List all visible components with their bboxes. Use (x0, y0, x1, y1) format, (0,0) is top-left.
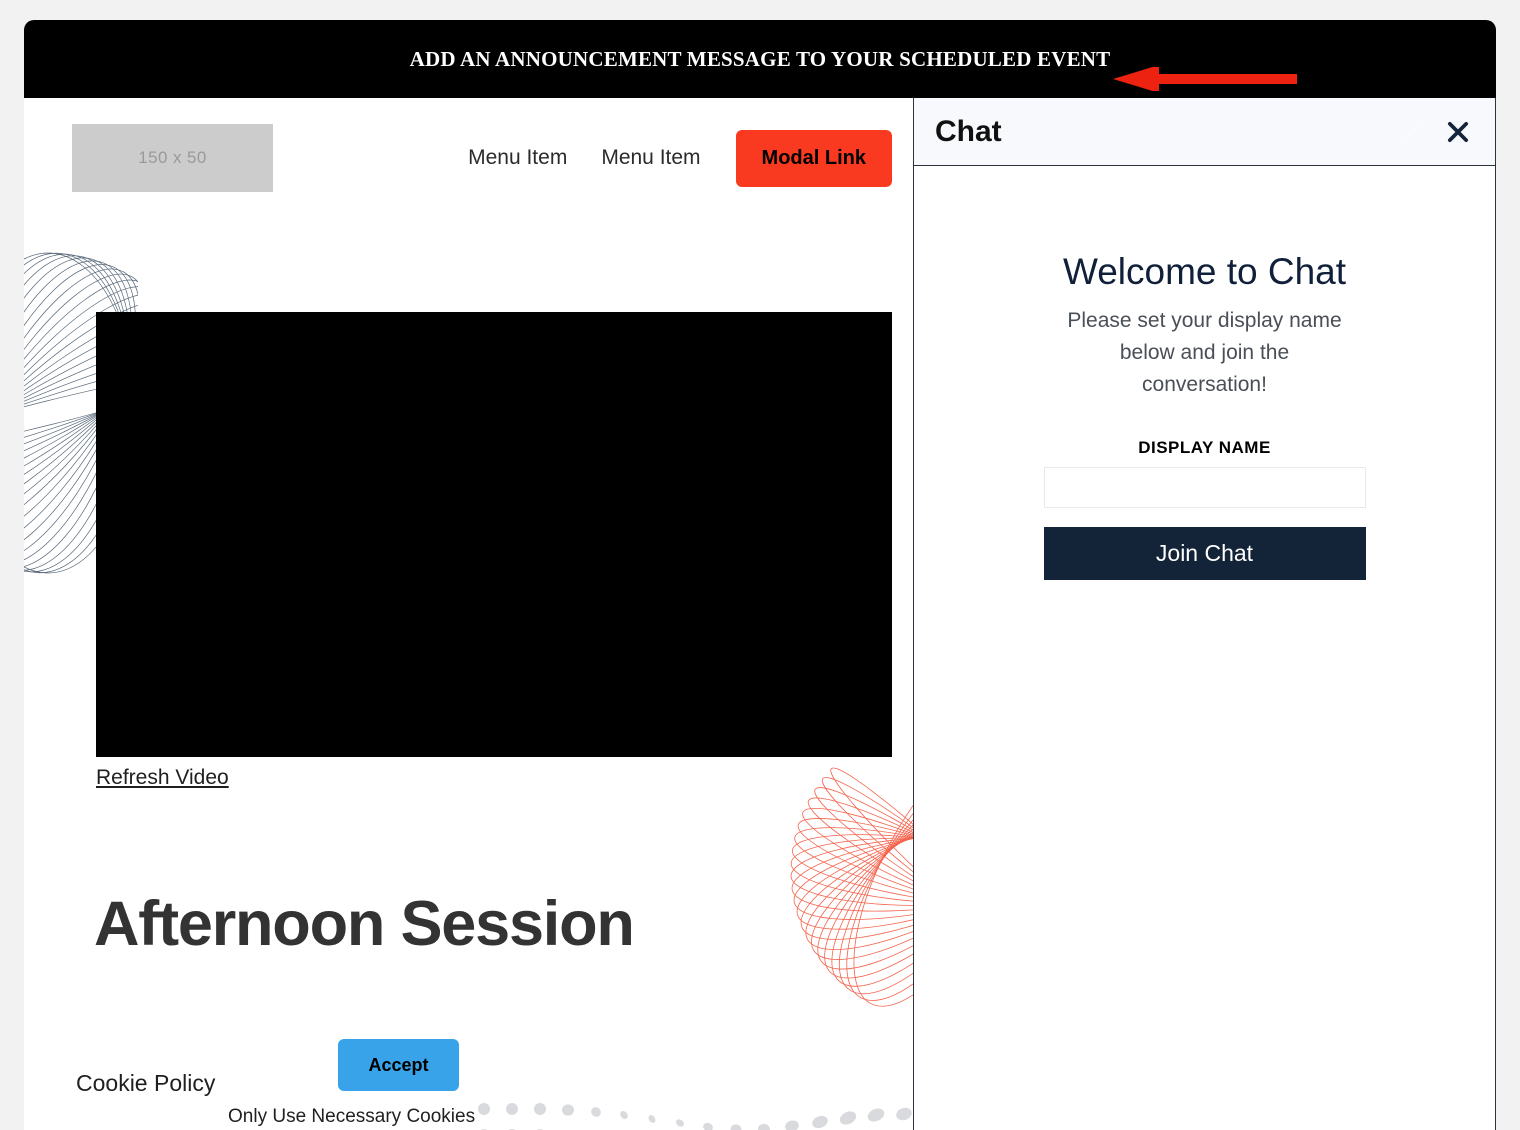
modal-link-button[interactable]: Modal Link (735, 129, 892, 187)
chat-panel-header: Chat (914, 98, 1495, 166)
logo-placeholder-label: 150 x 50 (138, 148, 207, 167)
annotation-arrow-icon (1113, 67, 1297, 91)
screen-root: 150 x 50 Menu Item Menu Item Modal Link … (0, 0, 1520, 1130)
nav-item-1[interactable]: Menu Item (451, 146, 584, 170)
browser-window: 150 x 50 Menu Item Menu Item Modal Link … (24, 20, 1496, 1130)
chat-header-actions (1397, 115, 1475, 149)
cookie-consent-bar: Cookie Policy Accept Only Use Necessary … (24, 1020, 913, 1130)
display-name-input[interactable] (1043, 467, 1366, 509)
chat-close-icon[interactable] (1441, 115, 1475, 149)
chat-welcome-subtitle: Please set your display name below and j… (1067, 308, 1342, 396)
join-chat-button[interactable]: Join Chat (1043, 527, 1366, 581)
main-navigation: 150 x 50 Menu Item Menu Item Modal Link (24, 98, 913, 218)
chat-panel: Chat Welcome to Chat Please set your dis… (913, 98, 1496, 1130)
nav-item-2[interactable]: Menu Item (584, 146, 717, 170)
chat-join-form: DISPLAY NAME Join Chat (1043, 438, 1366, 581)
logo-placeholder[interactable]: 150 x 50 (72, 124, 273, 192)
chat-panel-title: Chat (935, 114, 1002, 148)
nav-links-group: Menu Item Menu Item Modal Link (451, 129, 892, 187)
announcement-close-icon[interactable] (1428, 551, 1476, 599)
refresh-video-link[interactable]: Refresh Video (96, 766, 229, 790)
cookie-policy-link[interactable]: Cookie Policy (76, 1070, 215, 1097)
video-player[interactable] (96, 312, 892, 757)
site-content: 150 x 50 Menu Item Menu Item Modal Link … (24, 98, 913, 1130)
chat-welcome-title: Welcome to Chat (1062, 251, 1347, 292)
cookie-necessary-only-link[interactable]: Only Use Necessary Cookies (228, 1106, 475, 1128)
page-title: Afternoon Session (94, 889, 635, 959)
chat-panel-body: Welcome to Chat Please set your display … (914, 166, 1495, 581)
cookie-accept-button[interactable]: Accept (338, 1039, 459, 1091)
expand-icon[interactable] (1397, 117, 1427, 147)
display-name-label: DISPLAY NAME (1138, 438, 1271, 458)
